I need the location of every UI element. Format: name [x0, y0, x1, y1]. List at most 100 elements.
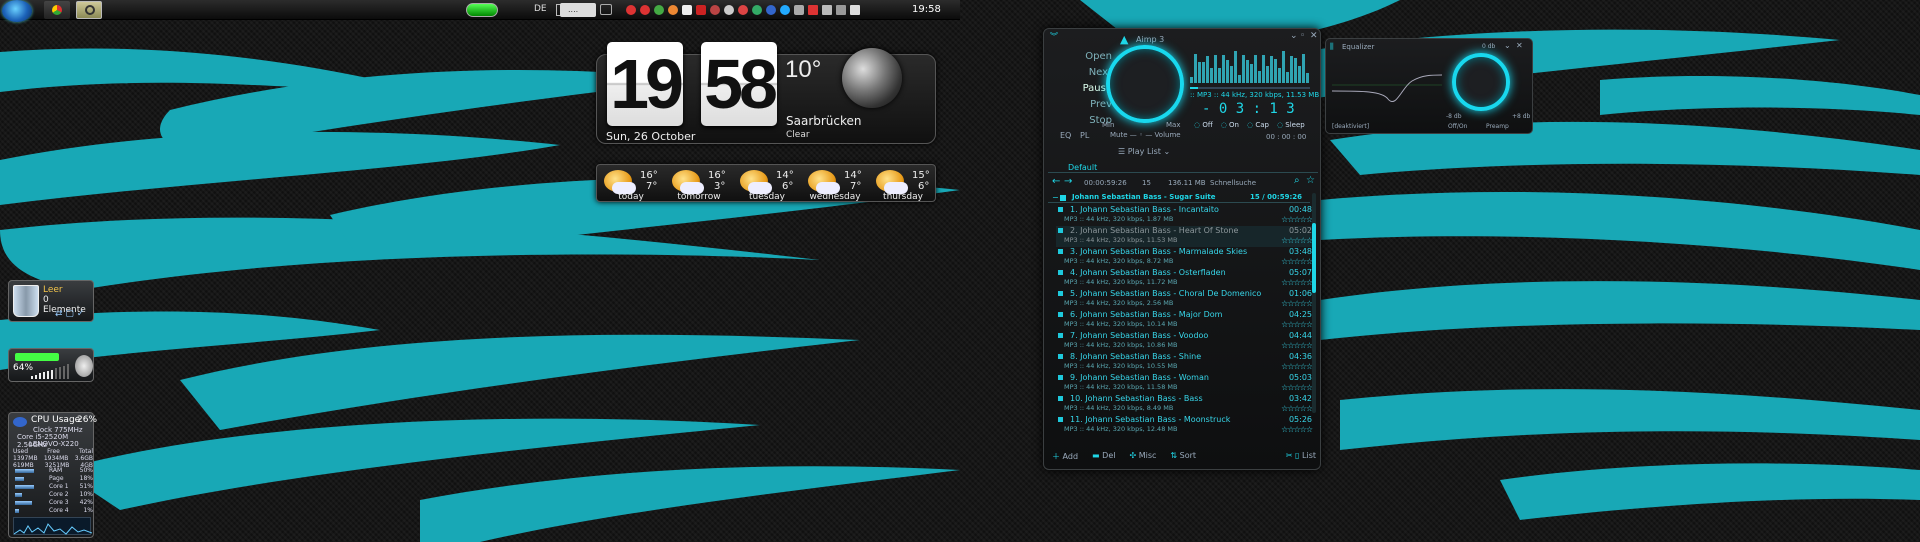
- app-taskbar-button[interactable]: [76, 1, 102, 19]
- volume-gadget[interactable]: 64%: [8, 348, 94, 382]
- tray-app-icon[interactable]: [738, 5, 748, 15]
- track-rating-stars-icon[interactable]: ☆☆☆☆☆: [1281, 404, 1313, 413]
- track-row[interactable]: 7. Johann Sebastian Bass - Voodoo MP3 :: …: [1056, 331, 1313, 352]
- option-off-button[interactable]: ◌ Off: [1194, 121, 1213, 129]
- chrome-taskbar-button[interactable]: [44, 1, 70, 19]
- track-rating-stars-icon[interactable]: ☆☆☆☆☆: [1281, 278, 1313, 287]
- playback-open-button[interactable]: Open: [1052, 51, 1112, 62]
- seek-bar[interactable]: [1190, 87, 1310, 89]
- track-row[interactable]: 5. Johann Sebastian Bass - Choral De Dom…: [1056, 289, 1313, 310]
- city-name: Saarbrücken: [786, 114, 862, 128]
- volume-knob[interactable]: [1106, 45, 1184, 123]
- option-cap-button[interactable]: ◌ Cap: [1247, 121, 1269, 129]
- restore-icon[interactable]: ◦: [1300, 31, 1305, 41]
- track-row[interactable]: 6. Johann Sebastian Bass - Major Dom MP3 …: [1056, 310, 1313, 331]
- forecast-high: 14°: [776, 170, 794, 181]
- track-row[interactable]: 4. Johann Sebastian Bass - Osterfladen MP…: [1056, 268, 1313, 289]
- toolbar-del-button[interactable]: ▬ Del: [1092, 451, 1115, 462]
- volume-icon[interactable]: [850, 5, 860, 15]
- aimp-player-window[interactable]: ︾ ▲ Aimp 3 ⌄ ◦ ✕ Open Next Pause Prev Stop E…: [1043, 28, 1321, 470]
- battery-indicator[interactable]: [466, 3, 498, 17]
- track-rating-stars-icon[interactable]: ☆☆☆☆☆: [1281, 299, 1313, 308]
- option-on-button[interactable]: ◌ On: [1221, 121, 1239, 129]
- tray-app-icon[interactable]: [752, 5, 762, 15]
- tablet-icon[interactable]: [600, 4, 612, 15]
- cpu-usage-gadget[interactable]: CPU Usage 26% Clock 775MHz Core i5-2520M…: [8, 412, 97, 538]
- track-rating-stars-icon[interactable]: ☆☆☆☆☆: [1281, 383, 1313, 392]
- aimp-menu-chevron-icon[interactable]: ︾: [1050, 31, 1058, 42]
- track-row[interactable]: 2. Johann Sebastian Bass - Heart Of Ston…: [1056, 226, 1313, 247]
- track-rating-stars-icon[interactable]: ☆☆☆☆☆: [1281, 320, 1313, 329]
- tray-app-icon[interactable]: [794, 5, 804, 15]
- album-collapse-icon[interactable]: −: [1052, 193, 1059, 202]
- playback-next-button[interactable]: Next: [1052, 67, 1112, 78]
- spectrum-bar: [1234, 51, 1237, 83]
- track-rating-stars-icon[interactable]: ☆☆☆☆☆: [1281, 425, 1313, 434]
- tray-app-icon[interactable]: [668, 5, 678, 15]
- search-input[interactable]: Schnellsuche: [1210, 179, 1256, 187]
- track-rating-stars-icon[interactable]: ☆☆☆☆☆: [1281, 362, 1313, 371]
- option-label: Off: [1202, 121, 1213, 129]
- recycle-actions-icon[interactable]: ⇄ ▢ ✓: [55, 309, 84, 319]
- taskbar-clock[interactable]: 19:58: [912, 4, 941, 15]
- tray-app-icon[interactable]: [710, 5, 720, 15]
- tray-app-icon[interactable]: [696, 5, 706, 15]
- flag-icon[interactable]: [808, 5, 818, 15]
- track-row[interactable]: 10. Johann Sebastian Bass - Bass MP3 :: 4…: [1056, 394, 1313, 415]
- forecast-low: 7°: [646, 181, 658, 192]
- tray-app-icon[interactable]: [626, 5, 636, 15]
- tray-app-icon[interactable]: [822, 5, 832, 15]
- track-time[interactable]: - 0 3 : 1 3: [1202, 101, 1295, 117]
- recycle-bin-gadget[interactable]: Leer 0 Elemente ⇄ ▢ ✓: [8, 280, 94, 322]
- track-duration: 04:44: [1288, 331, 1312, 340]
- toolbar-add-button[interactable]: ＋ Add: [1052, 451, 1078, 462]
- mute-volume-label[interactable]: Mute — ◦ — Volume: [1110, 131, 1181, 139]
- search-icon[interactable]: ⌕: [1294, 175, 1300, 186]
- tray-app-icon[interactable]: [654, 5, 664, 15]
- speaker-icon[interactable]: [75, 355, 93, 377]
- eq-off-on-toggle[interactable]: Off/On: [1448, 123, 1467, 130]
- playlist-scrollbar[interactable]: [1312, 193, 1316, 413]
- back-arrow-icon[interactable]: ←: [1052, 176, 1060, 187]
- track-row[interactable]: 9. Johann Sebastian Bass - Woman MP3 :: 4…: [1056, 373, 1313, 394]
- equalizer-window[interactable]: ⫼ Equalizer ✕ ⌄ 0 db [deaktiviert] -8 db…: [1325, 38, 1533, 134]
- toolbar-misc-button[interactable]: ✣ Misc: [1129, 451, 1156, 462]
- playlist-menu-button[interactable]: ☰ Play List ⌄: [1118, 147, 1170, 156]
- minimize-icon[interactable]: ⌄: [1290, 31, 1298, 41]
- app-icon: [85, 5, 95, 15]
- favorite-star-icon[interactable]: ☆: [1306, 175, 1315, 186]
- playback-prev-button[interactable]: Prev: [1052, 99, 1112, 110]
- playlist-toggle[interactable]: PL: [1080, 131, 1089, 140]
- playback-pause-button[interactable]: Pause: [1052, 83, 1112, 94]
- tray-app-icon[interactable]: [724, 5, 734, 15]
- track-row[interactable]: 1. Johann Sebastian Bass - Incantaito MP3…: [1056, 205, 1313, 226]
- equalizer-minimize-icon[interactable]: ⌄: [1504, 41, 1511, 50]
- track-rating-stars-icon[interactable]: ☆☆☆☆☆: [1281, 215, 1313, 224]
- eq-toggle[interactable]: EQ: [1060, 131, 1071, 140]
- toolbar-list-button[interactable]: ✂ ▯ List: [1286, 451, 1316, 462]
- track-rating-stars-icon[interactable]: ☆☆☆☆☆: [1281, 236, 1313, 245]
- equalizer-close-icon[interactable]: ✕: [1516, 41, 1523, 50]
- track-row[interactable]: 11. Johann Sebastian Bass - Moonstruck MP…: [1056, 415, 1313, 436]
- track-rating-stars-icon[interactable]: ☆☆☆☆☆: [1281, 257, 1313, 266]
- bluetooth-icon[interactable]: [766, 5, 776, 15]
- forecast-day: tomorrow: [677, 192, 721, 202]
- windows-start-icon[interactable]: [2, 0, 32, 22]
- tray-app-icon[interactable]: [640, 5, 650, 15]
- tray-app-icon[interactable]: [682, 5, 692, 15]
- option-sleep-button[interactable]: ◌ Sleep: [1277, 121, 1305, 129]
- network-icon[interactable]: [836, 5, 846, 15]
- preamp-knob[interactable]: [1452, 53, 1510, 111]
- track-row[interactable]: 3. Johann Sebastian Bass - Marmalade Ski…: [1056, 247, 1313, 268]
- playlist-tab-default[interactable]: Default: [1068, 163, 1097, 172]
- track-row[interactable]: 8. Johann Sebastian Bass - Shine MP3 :: 4…: [1056, 352, 1313, 373]
- spectrum-bar: [1302, 53, 1305, 83]
- track-rating-stars-icon[interactable]: ☆☆☆☆☆: [1281, 341, 1313, 350]
- forward-arrow-icon[interactable]: →: [1064, 176, 1072, 187]
- close-icon[interactable]: ✕: [1310, 31, 1318, 41]
- language-indicator[interactable]: DE: [534, 4, 547, 14]
- tray-app-icon[interactable]: [780, 5, 790, 15]
- toolbar-sort-button[interactable]: ⇅ Sort: [1170, 451, 1196, 462]
- album-title[interactable]: Johann Sebastian Bass - Sugar Suite: [1072, 193, 1215, 201]
- address-toolbar-input[interactable]: ....: [560, 3, 596, 17]
